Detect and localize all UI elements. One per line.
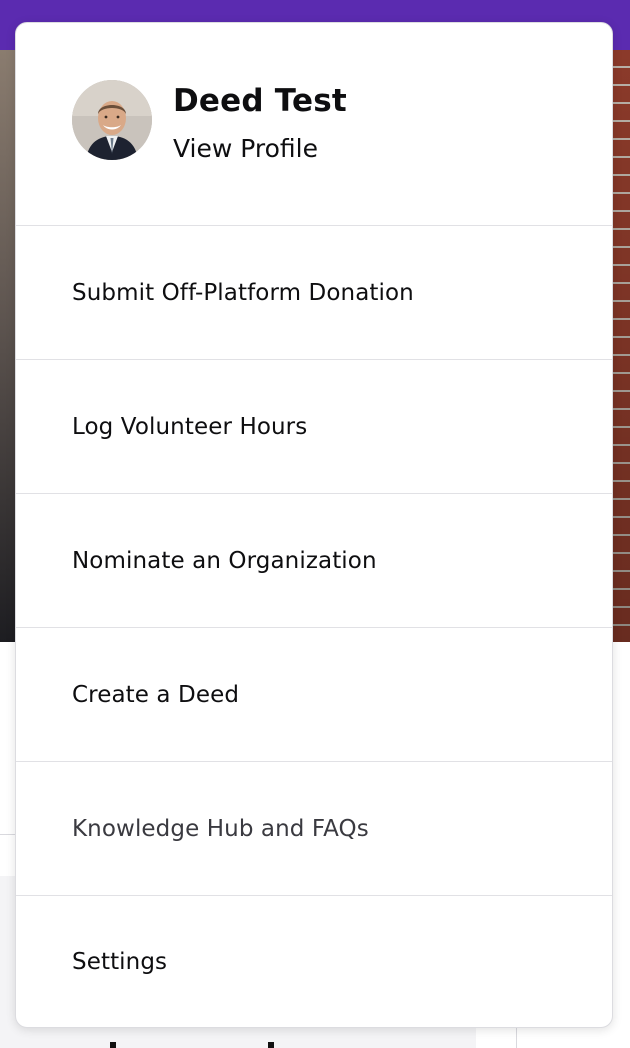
menu-item-log-volunteer-hours[interactable]: Log Volunteer Hours: [16, 360, 612, 494]
avatar-photo: [72, 80, 152, 160]
menu-item-label: Knowledge Hub and FAQs: [72, 815, 369, 842]
page: Deed Test View Profile Submit Off-Platfo…: [0, 0, 630, 1048]
menu-item-settings[interactable]: Settings: [16, 896, 612, 1027]
avatar: [72, 80, 152, 160]
background-text-fragment: [268, 1042, 274, 1048]
menu-item-knowledge-hub-faqs[interactable]: Knowledge Hub and FAQs: [16, 762, 612, 896]
background-divider-vertical: [516, 1025, 517, 1048]
menu-item-label: Nominate an Organization: [72, 547, 377, 574]
menu-item-create-deed[interactable]: Create a Deed: [16, 628, 612, 762]
account-menu: Deed Test View Profile Submit Off-Platfo…: [15, 22, 613, 1028]
profile-name: Deed Test: [173, 83, 347, 119]
view-profile-link[interactable]: View Profile: [173, 134, 347, 164]
menu-item-nominate-organization[interactable]: Nominate an Organization: [16, 494, 612, 628]
menu-item-label: Log Volunteer Hours: [72, 413, 308, 440]
menu-item-label: Submit Off-Platform Donation: [72, 279, 414, 306]
background-text-fragment: [110, 1042, 116, 1048]
menu-item-label: Create a Deed: [72, 681, 240, 708]
profile-header[interactable]: Deed Test View Profile: [16, 23, 612, 226]
menu-item-submit-off-platform-donation[interactable]: Submit Off-Platform Donation: [16, 226, 612, 360]
menu-item-label: Settings: [72, 949, 168, 975]
